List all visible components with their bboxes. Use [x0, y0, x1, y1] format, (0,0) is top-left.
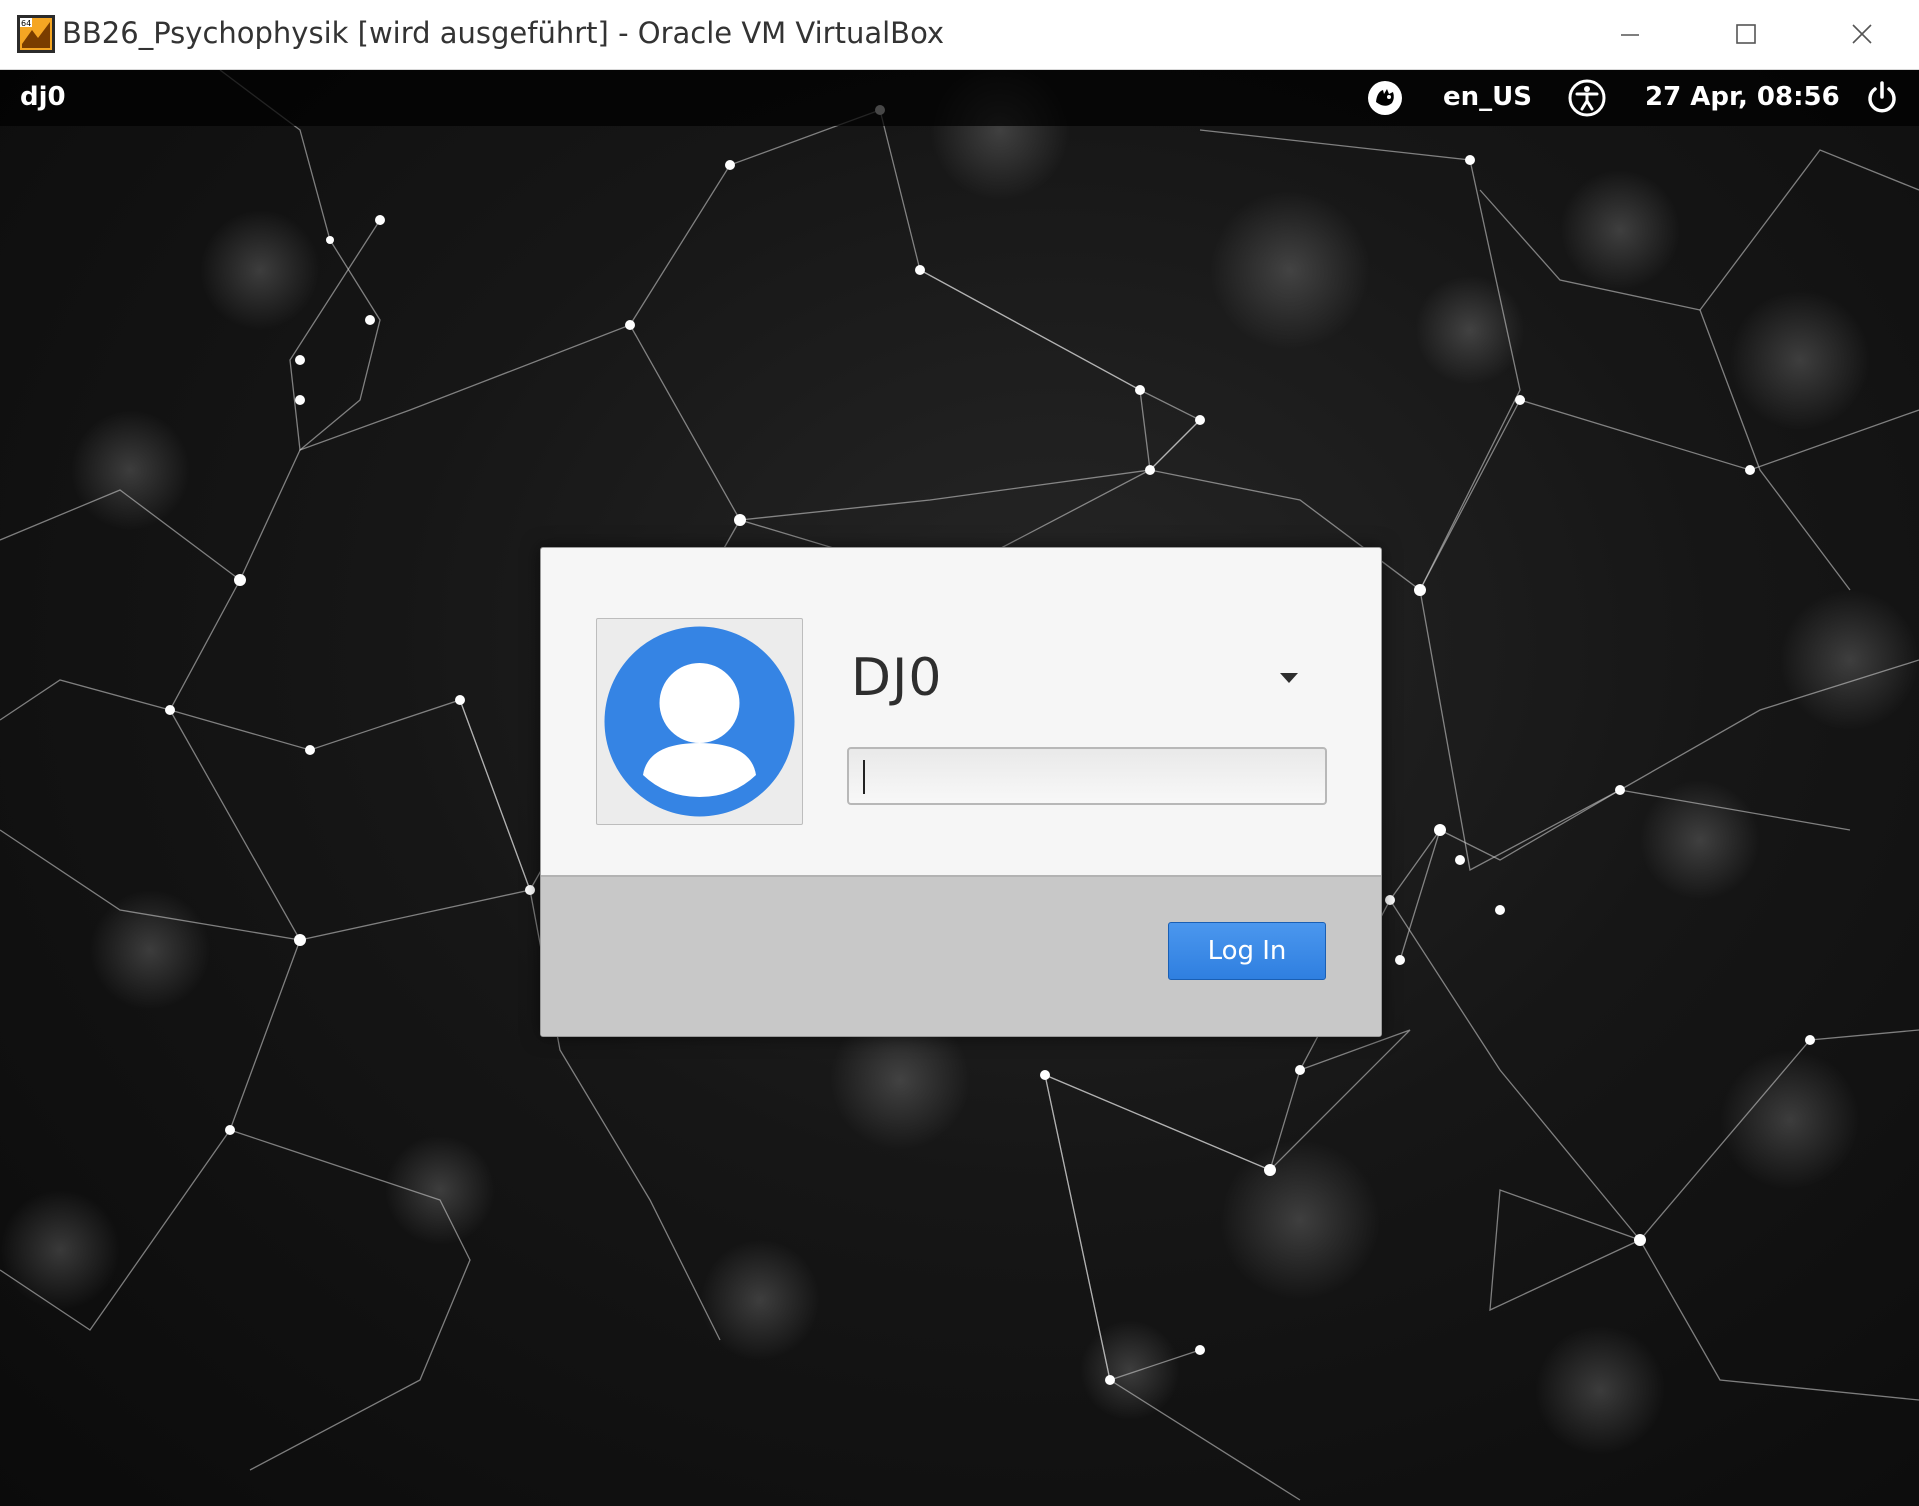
svg-text:64: 64	[21, 19, 31, 28]
session-icon[interactable]	[1365, 78, 1405, 118]
login-button[interactable]: Log In	[1168, 922, 1326, 980]
hostname-label: dj0	[20, 82, 66, 112]
login-dialog: DJ0 Log In	[540, 547, 1382, 1037]
power-icon[interactable]	[1862, 78, 1902, 118]
clock[interactable]: 27 Apr, 08:56	[1645, 82, 1840, 112]
maximize-button[interactable]	[1688, 0, 1804, 70]
username-label: DJ0	[851, 648, 943, 708]
virtualbox-icon[interactable]: 64	[16, 14, 56, 54]
text-caret	[863, 760, 865, 794]
close-button[interactable]	[1804, 0, 1919, 70]
password-field[interactable]	[847, 747, 1327, 805]
avatar	[596, 618, 803, 825]
keyboard-layout-indicator[interactable]: en_US	[1443, 82, 1532, 112]
dialog-footer: Log In	[541, 875, 1381, 1036]
minimize-button[interactable]	[1572, 0, 1688, 70]
guest-desktop: dj0 en_US 27 Apr, 08:56 DJ0 Log In	[0, 70, 1919, 1506]
accessibility-icon[interactable]	[1567, 78, 1607, 118]
top-panel: dj0 en_US 27 Apr, 08:56	[0, 70, 1919, 126]
chevron-down-icon[interactable]	[1269, 658, 1309, 698]
window-titlebar: 64 BB26_Psychophysik [wird ausgeführt] -…	[0, 0, 1919, 70]
window-title: BB26_Psychophysik [wird ausgeführt] - Or…	[62, 16, 945, 50]
